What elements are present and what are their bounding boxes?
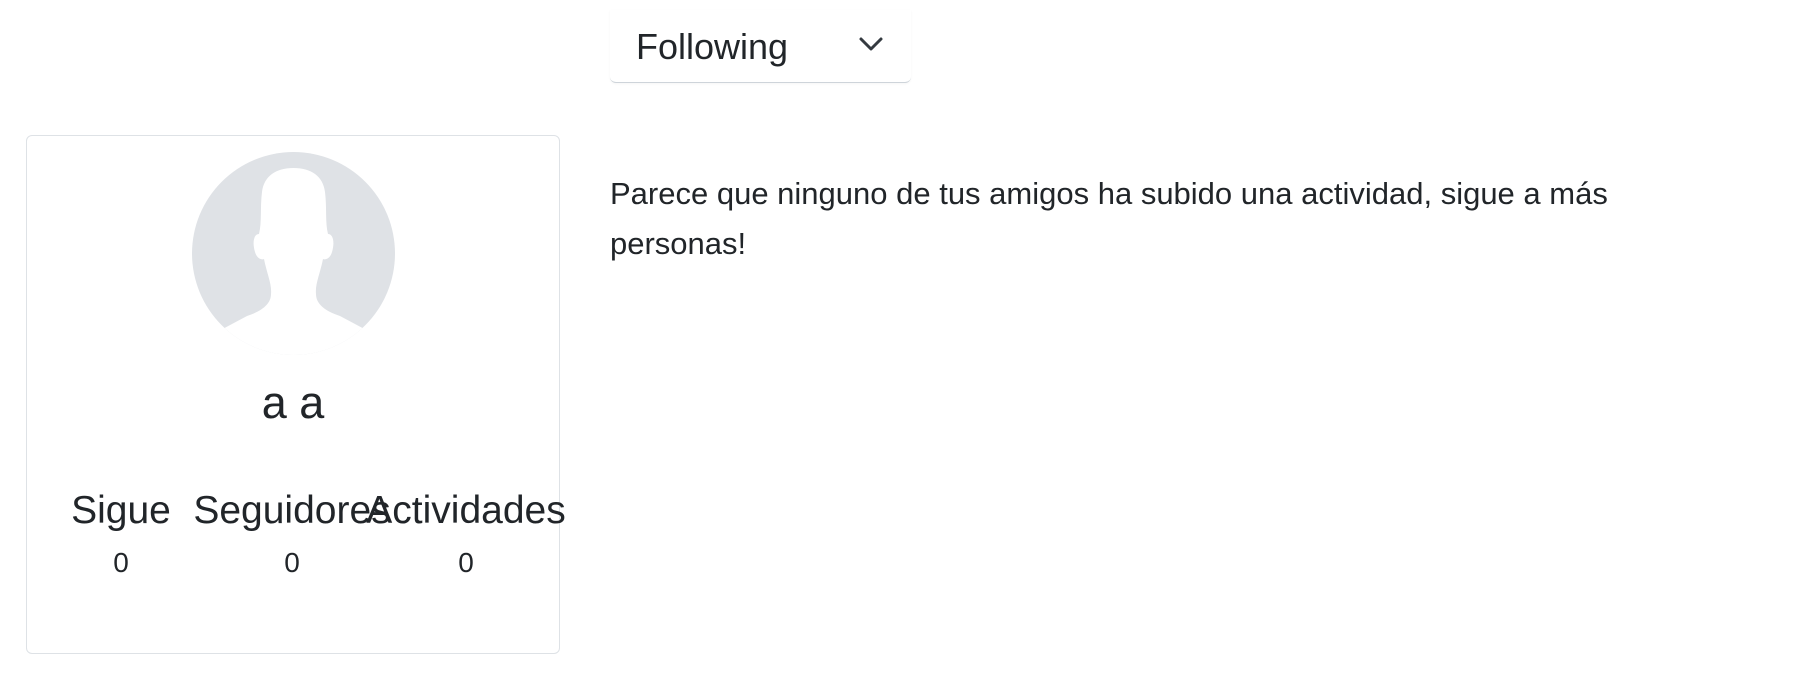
chevron-down-icon	[859, 37, 883, 51]
avatar	[192, 152, 395, 355]
feed-filter-selected-value: Following	[636, 26, 789, 67]
stat-activities-label: Actividades	[366, 489, 566, 532]
stat-following-value: 0	[113, 547, 129, 578]
empty-feed-message: Parece que ninguno de tus amigos ha subi…	[610, 176, 1608, 261]
profile-card: a a Sigue 0 Seguidores 0 Actividades 0	[26, 135, 566, 654]
profile-name: a a	[261, 377, 325, 428]
stat-followers-value: 0	[284, 547, 300, 578]
stat-following-label: Sigue	[71, 489, 171, 532]
feed-filter-select[interactable]: Following	[610, 10, 911, 83]
stat-activities-value: 0	[458, 547, 474, 578]
stat-followers-label: Seguidores	[193, 489, 391, 532]
